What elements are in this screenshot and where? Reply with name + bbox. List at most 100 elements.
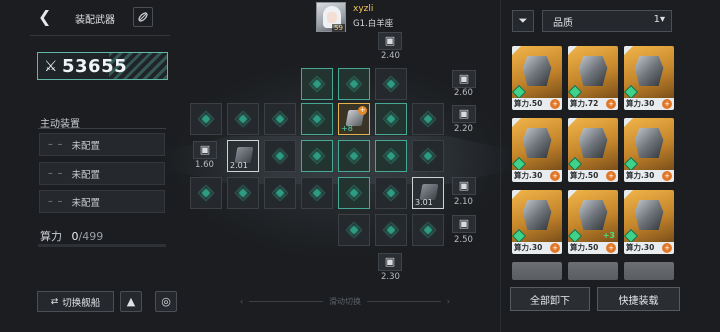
inventory-weapon-card[interactable]: 算力.30 + <box>512 190 562 254</box>
filter-icon: ⏷ <box>518 14 528 27</box>
grid-cell[interactable] <box>338 214 370 246</box>
grid-cell[interactable] <box>227 177 259 209</box>
slot-dash: – – <box>48 139 64 150</box>
section-divider <box>38 128 166 129</box>
grid-cell[interactable] <box>190 177 222 209</box>
swipe-hint-label: 滑动切换 <box>329 297 361 306</box>
grid-cell[interactable] <box>375 140 407 172</box>
chevron-left-icon: ‹ <box>240 297 244 306</box>
avatar-face <box>327 12 337 23</box>
lock-cost: 2.50 <box>454 235 473 245</box>
grid-cell[interactable] <box>412 103 444 135</box>
swipe-hint: ‹ 滑动切换 › <box>240 296 450 307</box>
compute-max: /499 <box>78 230 104 243</box>
grid-cell[interactable] <box>301 177 333 209</box>
compute-progress-bar <box>38 244 166 247</box>
grid-cell[interactable] <box>301 140 333 172</box>
unload-all-button[interactable]: 全部卸下 <box>510 287 590 311</box>
slot-dash: – – <box>48 168 64 179</box>
rarity-corner <box>624 118 633 127</box>
lock-cost: 2.10 <box>454 197 473 207</box>
inventory-weapon-card[interactable]: 算力.30 + <box>624 118 674 182</box>
grid-cell[interactable] <box>264 103 296 135</box>
grid-cell[interactable] <box>375 103 407 135</box>
filter-button[interactable]: ⏷ <box>512 10 534 32</box>
add-icon: + <box>662 243 672 253</box>
rarity-corner <box>568 46 577 55</box>
lock-cost: 1.60 <box>195 160 214 170</box>
locked-slot[interactable]: ▣ <box>452 70 476 88</box>
weapon-art <box>568 262 618 280</box>
add-icon: + <box>662 171 672 181</box>
wrench-icon-button[interactable] <box>133 7 153 27</box>
equip-slot-2[interactable]: – – 未配置 <box>39 162 165 185</box>
equipped-weapon[interactable]: 2.01 <box>227 140 259 172</box>
inventory-weapon-card[interactable]: 算力.30 + <box>624 46 674 110</box>
target-button[interactable]: ◎ <box>155 291 177 312</box>
grid-cell[interactable] <box>338 68 370 100</box>
grid-cell[interactable] <box>412 140 444 172</box>
locked-slot[interactable]: ▣ <box>452 105 476 123</box>
hint-line <box>249 301 323 302</box>
quality-select[interactable]: 品质 1▾ <box>542 10 672 32</box>
add-icon: + <box>550 243 560 253</box>
inventory-weapon-card[interactable]: 算力.30 + <box>624 190 674 254</box>
grid-cell[interactable] <box>338 177 370 209</box>
inventory-weapon-card[interactable]: 算力.50 + <box>568 118 618 182</box>
rarity-corner <box>568 190 577 199</box>
locked-slot[interactable]: ▣ <box>378 32 402 50</box>
inventory-weapon-card[interactable]: 算力.30 + <box>512 118 562 182</box>
compute-current: 0 <box>71 230 79 243</box>
add-icon: + <box>550 171 560 181</box>
locked-slot[interactable]: ▣ <box>452 177 476 195</box>
weapon-value: +8 <box>341 124 353 133</box>
sort-icon[interactable]: 1▾ <box>654 14 665 25</box>
slot-label: 未配置 <box>71 140 101 152</box>
grid-cell[interactable] <box>338 140 370 172</box>
inventory-weapon-card[interactable]: 算力.50 + +3 <box>568 190 618 254</box>
grid-cell[interactable] <box>264 177 296 209</box>
inventory-weapon-card[interactable]: 算力.50 + <box>512 46 562 110</box>
lock-icon: ▣ <box>458 179 470 192</box>
switch-ship-button[interactable]: ⇄ 切换舰船 <box>37 291 114 312</box>
swap-icon: ⇄ <box>50 296 59 307</box>
equipped-weapon[interactable]: +8 + <box>338 103 370 135</box>
grid-cell[interactable] <box>375 68 407 100</box>
inventory-weapon-card[interactable] <box>624 262 674 280</box>
back-arrow-icon[interactable]: ❮ <box>38 9 54 25</box>
locked-slot[interactable]: ▣ <box>378 253 402 271</box>
grid-cell[interactable] <box>227 103 259 135</box>
equip-slot-1[interactable]: – – 未配置 <box>39 133 165 156</box>
equipped-weapon[interactable]: 3.01 <box>412 177 444 209</box>
wrench-icon <box>138 12 148 22</box>
inventory-weapon-card[interactable]: 算力.72 + <box>568 46 618 110</box>
add-icon: + <box>662 99 672 109</box>
quality-label: 品质 <box>553 17 573 29</box>
locked-slot[interactable]: ▣ <box>193 141 217 159</box>
rarity-corner <box>568 118 577 127</box>
grid-cell[interactable] <box>375 177 407 209</box>
grid-cell[interactable] <box>190 103 222 135</box>
add-icon: + <box>606 171 616 181</box>
chevron-right-icon: › <box>446 297 450 306</box>
player-level: 59 <box>332 24 345 32</box>
weapon-art <box>624 262 674 280</box>
locked-slot[interactable]: ▣ <box>452 215 476 233</box>
equip-slot-3[interactable]: – – 未配置 <box>39 190 165 213</box>
quick-equip-button[interactable]: 快捷装载 <box>597 287 680 311</box>
weapon-value: 3.01 <box>415 198 433 207</box>
grid-cell[interactable] <box>412 214 444 246</box>
header-divider <box>30 35 170 36</box>
grid-cell[interactable] <box>375 214 407 246</box>
upgrade-level: +3 <box>602 231 615 240</box>
radar-button[interactable]: ▲ <box>120 291 142 312</box>
inventory-weapon-card[interactable] <box>512 262 562 280</box>
grid-cell[interactable] <box>264 140 296 172</box>
weapon-art <box>512 262 562 280</box>
lock-icon: ▣ <box>458 107 470 120</box>
grid-cell[interactable] <box>301 103 333 135</box>
grid-cell[interactable] <box>301 68 333 100</box>
radar-icon: ▲ <box>126 295 136 308</box>
inventory-weapon-card[interactable] <box>568 262 618 280</box>
add-icon: + <box>550 99 560 109</box>
